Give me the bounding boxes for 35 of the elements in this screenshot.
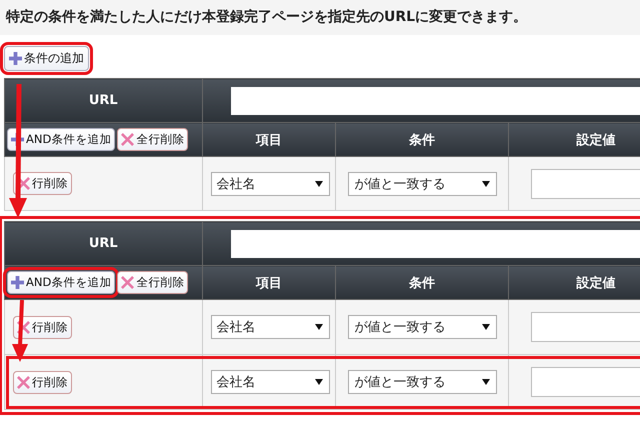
condition-select[interactable]: が値と一致する [348, 370, 498, 394]
column-header: 設定値 [508, 122, 640, 156]
field-select[interactable]: 会社名 [210, 370, 330, 394]
delete-all-rows-button[interactable]: 全行削除 [117, 271, 188, 294]
column-header: 項目 [202, 122, 336, 156]
caret-icon [482, 180, 490, 186]
caret-icon [482, 324, 490, 330]
caret-icon [314, 180, 323, 186]
cross-icon [17, 320, 30, 334]
url-field[interactable] [230, 86, 640, 114]
cross-icon [17, 376, 30, 388]
plus-icon [11, 276, 24, 289]
caret-icon [314, 379, 323, 385]
column-header: 項目 [202, 266, 336, 300]
condition-select[interactable]: が値と一致する [348, 172, 498, 196]
field-select[interactable]: 会社名 [210, 315, 330, 339]
delete-row-button[interactable]: 行削除 [13, 370, 72, 394]
caret-icon [482, 379, 490, 385]
url-header: URL [4, 222, 202, 266]
delete-all-rows-button[interactable]: 全行削除 [117, 128, 188, 151]
field-select[interactable]: 会社名 [210, 172, 330, 196]
condition-select[interactable]: が値と一致する [348, 315, 498, 339]
column-header: 条件 [336, 266, 509, 300]
url-header: URL [4, 78, 202, 122]
page-heading: 特定の条件を満たした人にだけ本登録完了ページを指定先のURLに変更できます。 [0, 0, 640, 35]
delete-row-button[interactable]: 行削除 [13, 172, 72, 195]
plus-icon [9, 52, 22, 65]
column-header: 設定値 [508, 266, 640, 300]
cross-icon [121, 133, 134, 146]
cross-icon [121, 276, 134, 289]
column-header: 条件 [336, 122, 509, 156]
caret-icon [314, 324, 323, 330]
url-field[interactable] [230, 230, 640, 258]
arrow [12, 300, 28, 362]
delete-row-button[interactable]: 行削除 [13, 316, 72, 338]
